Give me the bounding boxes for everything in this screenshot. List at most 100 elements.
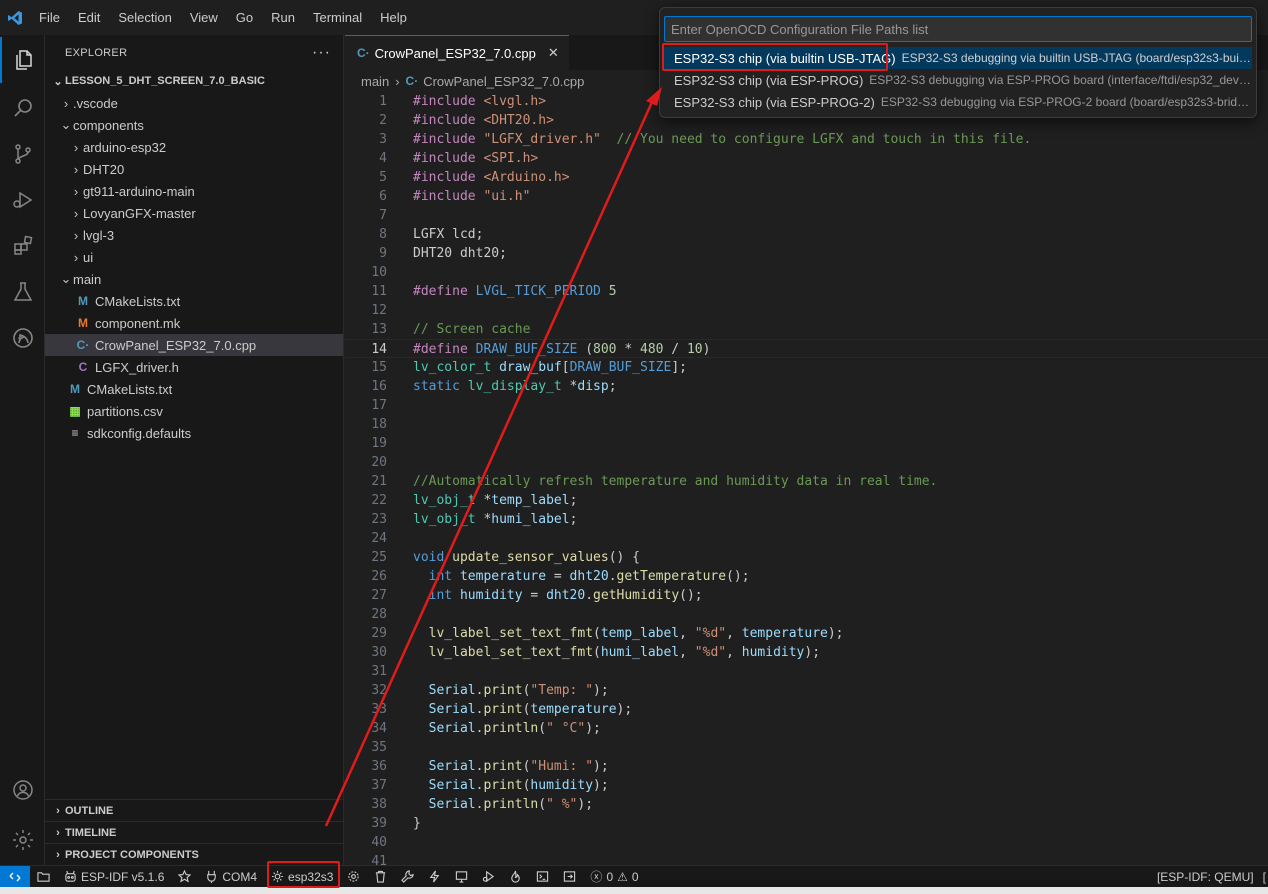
code-line[interactable]: 13 // Screen cache [345,320,1268,339]
code-line[interactable]: 34 Serial.println(" °C"); [345,719,1268,738]
code-line[interactable]: 8 LGFX lcd; [345,225,1268,244]
section-project-components[interactable]: › PROJECT COMPONENTS [45,843,343,865]
sdk-config-gear-icon[interactable] [340,866,367,888]
code-line[interactable]: 37 Serial.print(humidity); [345,776,1268,795]
code-line[interactable]: 36 Serial.print("Humi: "); [345,757,1268,776]
settings-gear-icon[interactable] [0,817,45,863]
tree-folder[interactable]: › LovyanGFX-master [45,202,343,224]
code-line[interactable]: 24 [345,529,1268,548]
code-line[interactable]: 4 #include <SPI.h> [345,149,1268,168]
workspace-root[interactable]: ⌄ LESSON_5_DHT_SCREEN_7.0_BASIC [45,70,343,92]
code-line[interactable]: 12 [345,301,1268,320]
run-debug-icon[interactable] [0,177,45,223]
menu-selection[interactable]: Selection [109,0,180,35]
more-actions-icon[interactable]: ··· [312,44,331,62]
code-line[interactable]: 23 lv_obj_t *humi_label; [345,510,1268,529]
breadcrumb-folder[interactable]: main [361,74,389,89]
target-chip-item[interactable]: esp32s3 [264,866,340,888]
code-line[interactable]: 31 [345,662,1268,681]
serial-port-item[interactable]: COM4 [198,866,264,888]
tab-crowpanel-cpp[interactable]: C· CrowPanel_ESP32_7.0.cpp ✕ [345,35,569,70]
code-line[interactable]: 35 [345,738,1268,757]
clipped-item[interactable]: [ [1261,866,1268,888]
qemu-item[interactable]: [ESP-IDF: QEMU] [1150,866,1261,888]
code-line[interactable]: 17 [345,396,1268,415]
tree-folder[interactable]: › lvgl-3 [45,224,343,246]
code-line[interactable]: 15 lv_color_t draw_buf[DRAW_BUF_SIZE]; [345,358,1268,377]
close-icon[interactable]: ✕ [548,45,559,61]
terminal-icon[interactable] [529,866,556,888]
menu-run[interactable]: Run [262,0,304,35]
menu-terminal[interactable]: Terminal [304,0,371,35]
tree-folder[interactable]: ⌄ components [45,114,343,136]
breadcrumb-file[interactable]: CrowPanel_ESP32_7.0.cpp [423,74,584,89]
full-clean-trash-icon[interactable] [367,866,394,888]
debug-icon[interactable] [475,866,502,888]
idf-version-item[interactable]: ESP-IDF v5.1.6 [57,866,171,888]
code-line[interactable]: 7 [345,206,1268,225]
quick-pick-option[interactable]: ESP32-S3 chip (via ESP-PROG-2) ESP32-S3 d… [664,91,1252,113]
menu-edit[interactable]: Edit [69,0,109,35]
flash-lightning-icon[interactable] [421,866,448,888]
tree-file[interactable]: C· CrowPanel_ESP32_7.0.cpp [45,334,343,356]
code-line[interactable]: 9 DHT20 dht20; [345,244,1268,263]
code-line[interactable]: 3 #include "LGFX_driver.h" // You need to… [345,130,1268,149]
execute-task-icon[interactable] [556,866,583,888]
code-line[interactable]: 5 #include <Arduino.h> [345,168,1268,187]
remote-indicator-icon[interactable] [0,865,30,888]
quick-pick-option[interactable]: ESP32-S3 chip (via ESP-PROG) ESP32-S3 deb… [664,69,1252,91]
tree-folder[interactable]: › arduino-esp32 [45,136,343,158]
tree-folder[interactable]: ⌄ main [45,268,343,290]
code-line[interactable]: 21 //Automatically refresh temperature an… [345,472,1268,491]
code-line[interactable]: 20 [345,453,1268,472]
search-icon[interactable] [0,85,45,131]
tree-folder[interactable]: › DHT20 [45,158,343,180]
code-line[interactable]: 40 [345,833,1268,852]
tree-file[interactable]: M CMakeLists.txt [45,378,343,400]
code-line[interactable]: 10 [345,263,1268,282]
code-line[interactable]: 19 [345,434,1268,453]
code-line[interactable]: 18 [345,415,1268,434]
testing-flask-icon[interactable] [0,269,45,315]
code-line[interactable]: 11 #define LVGL_TICK_PERIOD 5 [345,282,1268,301]
build-wrench-icon[interactable] [394,866,421,888]
code-line[interactable]: 22 lv_obj_t *temp_label; [345,491,1268,510]
code-line[interactable]: 33 Serial.print(temperature); [345,700,1268,719]
menu-view[interactable]: View [181,0,227,35]
folder-icon[interactable] [30,866,57,888]
code-line[interactable]: 27 int humidity = dht20.getHumidity(); [345,586,1268,605]
tree-file[interactable]: Mcomponent.mk [45,312,343,334]
problems-item[interactable]: ⓧ 0 ⚠ 0 [583,866,645,888]
section-timeline[interactable]: › TIMELINE [45,821,343,843]
espressif-icon[interactable] [0,315,45,361]
code-line[interactable]: 29 lv_label_set_text_fmt(temp_label, "%d… [345,624,1268,643]
tree-file[interactable]: ▦ partitions.csv [45,400,343,422]
extensions-icon[interactable] [0,223,45,269]
code-line[interactable]: 39} [345,814,1268,833]
code-line[interactable]: 30 lv_label_set_text_fmt(humi_label, "%d… [345,643,1268,662]
section-outline[interactable]: › OUTLINE [45,799,343,821]
code-line[interactable]: 16 static lv_display_t *disp; [345,377,1268,396]
source-control-icon[interactable] [0,131,45,177]
quick-pick-option[interactable]: ESP32-S3 chip (via builtin USB-JTAG) ESP3… [664,47,1252,69]
accounts-icon[interactable] [0,767,45,813]
code-line[interactable]: 14 #define DRAW_BUF_SIZE (800 * 480 / 10) [345,339,1268,358]
monitor-icon[interactable] [448,866,475,888]
menu-file[interactable]: File [30,0,69,35]
tree-file[interactable]: ≡ sdkconfig.defaults [45,422,343,444]
code-line[interactable]: 26 int temperature = dht20.getTemperatur… [345,567,1268,586]
build-flash-monitor-flame-icon[interactable] [502,866,529,888]
menu-help[interactable]: Help [371,0,416,35]
menu-go[interactable]: Go [227,0,262,35]
code-line[interactable]: 6 #include "ui.h" [345,187,1268,206]
tree-folder[interactable]: › ui [45,246,343,268]
explorer-icon[interactable] [0,37,45,83]
code-line[interactable]: 32 Serial.print("Temp: "); [345,681,1268,700]
code-line[interactable]: 25 void update_sensor_values() { [345,548,1268,567]
quick-pick-input[interactable] [664,16,1252,42]
code-line[interactable]: 41 [345,852,1268,865]
code-editor[interactable]: 1 #include <lvgl.h> 2 #include <DHT20.h> 3 #i… [345,92,1268,865]
tree-file[interactable]: M CMakeLists.txt [45,290,343,312]
code-line[interactable]: 28 [345,605,1268,624]
code-line[interactable]: 38 Serial.println(" %"); [345,795,1268,814]
